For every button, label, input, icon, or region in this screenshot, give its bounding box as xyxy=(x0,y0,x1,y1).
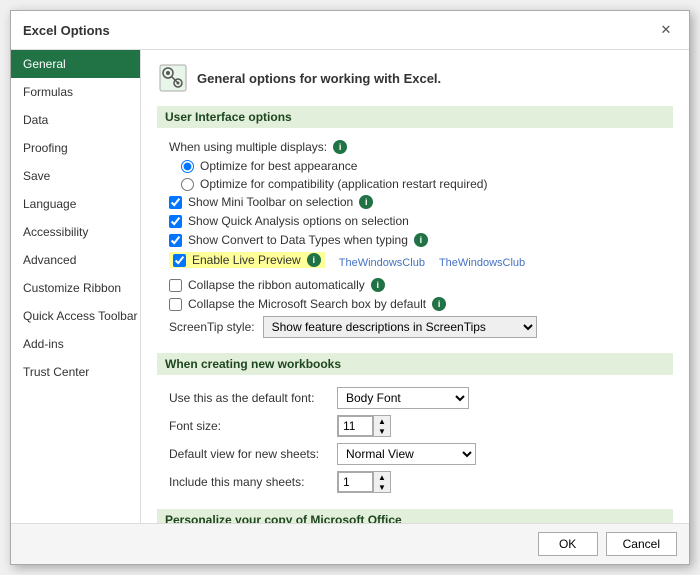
convert-data-row: Show Convert to Data Types when typing i xyxy=(169,233,673,247)
collapse-search-checkbox[interactable] xyxy=(169,298,182,311)
font-size-up-btn[interactable]: ▲ xyxy=(374,416,390,426)
radio-best-appearance-row: Optimize for best appearance xyxy=(181,159,673,173)
title-bar: Excel Options ✕ xyxy=(11,11,689,50)
collapse-search-info-icon[interactable]: i xyxy=(432,297,446,311)
watermark-text: TheWindowsClub xyxy=(339,257,433,269)
ui-options-group: When using multiple displays: i Optimize… xyxy=(157,136,673,347)
ok-button[interactable]: OK xyxy=(538,532,598,556)
sheets-count-input[interactable] xyxy=(338,472,373,492)
sidebar-item-data[interactable]: Data xyxy=(11,106,140,134)
excel-options-icon xyxy=(157,62,189,94)
sheets-count-row: Include this many sheets: ▲ ▼ xyxy=(169,471,673,493)
font-label: Use this as the default font: xyxy=(169,391,329,405)
sidebar-item-language[interactable]: Language xyxy=(11,190,140,218)
excel-options-dialog: Excel Options ✕ General Formulas Data Pr… xyxy=(10,10,690,565)
sheets-count-down-btn[interactable]: ▼ xyxy=(374,482,390,492)
default-view-row: Default view for new sheets: Normal View… xyxy=(169,443,673,465)
mini-toolbar-checkbox[interactable] xyxy=(169,196,182,209)
sidebar-item-formulas[interactable]: Formulas xyxy=(11,78,140,106)
main-title-text: General options for working with Excel. xyxy=(197,71,441,86)
dialog-footer: OK Cancel xyxy=(11,523,689,564)
personalize-header: Personalize your copy of Microsoft Offic… xyxy=(157,509,673,523)
collapse-ribbon-label: Collapse the ribbon automatically xyxy=(188,278,365,292)
collapse-search-row: Collapse the Microsoft Search box by def… xyxy=(169,297,673,311)
main-content: General options for working with Excel. … xyxy=(141,50,689,523)
live-preview-label: Enable Live Preview xyxy=(192,253,301,267)
sidebar-item-save[interactable]: Save xyxy=(11,162,140,190)
screentip-row: ScreenTip style: Show feature descriptio… xyxy=(169,316,673,338)
sidebar-item-proofing[interactable]: Proofing xyxy=(11,134,140,162)
cancel-button[interactable]: Cancel xyxy=(606,532,677,556)
live-preview-info-icon[interactable]: i xyxy=(307,253,321,267)
default-view-select[interactable]: Normal View Page Break Preview Page Layo… xyxy=(337,443,476,465)
radio-compatibility-row: Optimize for compatibility (application … xyxy=(181,177,673,191)
sidebar-item-general[interactable]: General xyxy=(11,50,140,78)
mini-toolbar-row: Show Mini Toolbar on selection i xyxy=(169,195,673,209)
dialog-body: General Formulas Data Proofing Save Lang… xyxy=(11,50,689,523)
sidebar: General Formulas Data Proofing Save Lang… xyxy=(11,50,141,523)
watermark-label: TheWindowsClub xyxy=(439,257,525,269)
multiple-displays-label: When using multiple displays: xyxy=(169,140,327,154)
live-preview-highlight: Enable Live Preview i xyxy=(169,252,325,268)
sidebar-item-quick-access[interactable]: Quick Access Toolbar xyxy=(11,302,140,330)
font-size-row: Font size: ▲ ▼ xyxy=(169,415,673,437)
radio-best-appearance-label: Optimize for best appearance xyxy=(200,159,357,173)
font-row: Use this as the default font: Body Font … xyxy=(169,387,673,409)
radio-compatibility[interactable] xyxy=(181,178,194,191)
dialog-title: Excel Options xyxy=(23,23,110,38)
live-preview-checkbox[interactable] xyxy=(173,254,186,267)
quick-analysis-label: Show Quick Analysis options on selection xyxy=(188,214,409,228)
font-size-down-btn[interactable]: ▼ xyxy=(374,426,390,436)
main-title-area: General options for working with Excel. xyxy=(157,62,673,94)
sheets-count-up-btn[interactable]: ▲ xyxy=(374,472,390,482)
sidebar-item-trust-center[interactable]: Trust Center xyxy=(11,358,140,386)
collapse-ribbon-info-icon[interactable]: i xyxy=(371,278,385,292)
sheets-count-spinner-btns: ▲ ▼ xyxy=(373,472,390,492)
quick-analysis-checkbox[interactable] xyxy=(169,215,182,228)
sidebar-item-advanced[interactable]: Advanced xyxy=(11,246,140,274)
collapse-ribbon-row: Collapse the ribbon automatically i xyxy=(169,278,673,292)
sidebar-item-customize-ribbon[interactable]: Customize Ribbon xyxy=(11,274,140,302)
title-bar-buttons: ✕ xyxy=(655,19,677,41)
convert-data-info-icon[interactable]: i xyxy=(414,233,428,247)
font-size-spinner-btns: ▲ ▼ xyxy=(373,416,390,436)
radio-compatibility-label: Optimize for compatibility (application … xyxy=(200,177,487,191)
quick-analysis-row: Show Quick Analysis options on selection xyxy=(169,214,673,228)
radio-best-appearance[interactable] xyxy=(181,160,194,173)
mini-toolbar-info-icon[interactable]: i xyxy=(359,195,373,209)
new-workbooks-header: When creating new workbooks xyxy=(157,353,673,375)
font-size-input[interactable] xyxy=(338,416,373,436)
screentip-select[interactable]: Show feature descriptions in ScreenTips … xyxy=(263,316,537,338)
live-preview-row: Enable Live Preview i TheWindowsClub The… xyxy=(169,252,673,273)
mini-toolbar-label: Show Mini Toolbar on selection xyxy=(188,195,353,209)
multiple-displays-row: When using multiple displays: i xyxy=(169,140,673,154)
screentip-label: ScreenTip style: xyxy=(169,320,255,334)
sidebar-item-add-ins[interactable]: Add-ins xyxy=(11,330,140,358)
font-size-spinner: ▲ ▼ xyxy=(337,415,391,437)
default-view-label: Default view for new sheets: xyxy=(169,447,329,461)
sheets-count-spinner: ▲ ▼ xyxy=(337,471,391,493)
collapse-ribbon-checkbox[interactable] xyxy=(169,279,182,292)
font-size-label: Font size: xyxy=(169,419,329,433)
collapse-search-label: Collapse the Microsoft Search box by def… xyxy=(188,297,426,311)
ui-options-header: User Interface options xyxy=(157,106,673,128)
sheets-count-label: Include this many sheets: xyxy=(169,475,329,489)
sidebar-item-accessibility[interactable]: Accessibility xyxy=(11,218,140,246)
multiple-displays-info-icon[interactable]: i xyxy=(333,140,347,154)
convert-data-label: Show Convert to Data Types when typing xyxy=(188,233,408,247)
close-button[interactable]: ✕ xyxy=(655,19,677,41)
new-workbooks-group: Use this as the default font: Body Font … xyxy=(157,383,673,503)
convert-data-checkbox[interactable] xyxy=(169,234,182,247)
font-select[interactable]: Body Font Calibri Arial Times New Roman xyxy=(337,387,469,409)
